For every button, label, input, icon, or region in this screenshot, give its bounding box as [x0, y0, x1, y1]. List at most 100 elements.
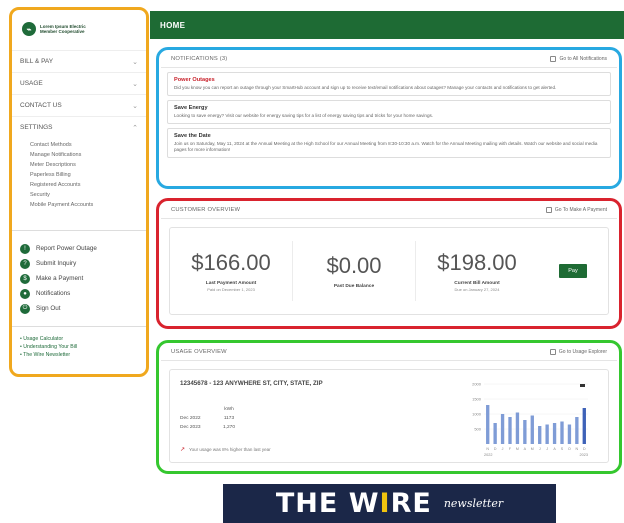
panel-header: NOTIFICATIONS (3) Go to All Notification…: [161, 50, 617, 68]
amount-value: $198.00: [437, 250, 517, 275]
y-tick-label: 1500: [472, 397, 482, 402]
table-row: Dec 2023 1,270: [180, 423, 244, 432]
quick-label: Report Power Outage: [36, 245, 97, 252]
nav-label: SETTINGS: [20, 124, 53, 131]
nav-label: USAGE: [20, 80, 43, 87]
x-tick-label: O: [568, 447, 571, 451]
nav-contact-us[interactable]: CONTACT US ⌄: [12, 94, 146, 116]
period-cell: Dec 2023: [180, 425, 201, 430]
notification-body: Looking to save energy? Visit our websit…: [174, 113, 434, 118]
notification-item[interactable]: Power Outages Did you know you can repor…: [167, 72, 611, 96]
banner-subtitle: newsletter: [443, 497, 504, 510]
last-payment: $166.00 Last Payment Amount Paid on Dece…: [170, 241, 293, 301]
chevron-down-icon: ⌄: [132, 58, 138, 66]
quick-notifications[interactable]: ● Notifications: [20, 286, 138, 301]
settings-item-registered-accounts[interactable]: Registered Accounts: [30, 180, 146, 190]
x-year-right: 2023: [580, 453, 588, 457]
pay-button[interactable]: Pay: [559, 264, 587, 278]
page-title: HOME: [160, 21, 186, 30]
value-cell: 1173: [223, 416, 235, 421]
quick-label: Sign Out: [36, 305, 61, 312]
link-wire-newsletter[interactable]: • The Wire Newsletter: [20, 351, 138, 359]
quick-sign-out[interactable]: ⏻ Sign Out: [20, 301, 138, 316]
go-to-notifications-link[interactable]: Go to All Notifications: [550, 55, 607, 62]
x-tick-label: N: [486, 447, 489, 451]
x-tick-label: S: [561, 447, 564, 451]
link-usage-calculator[interactable]: • Usage Calculator: [20, 335, 138, 343]
settings-item-manage-notifications[interactable]: Manage Notifications: [30, 150, 146, 160]
past-due: $0.00 Past Due Balance: [293, 241, 416, 301]
current-bill: $198.00 Current Bill Amount Due on Janua…: [416, 241, 538, 301]
settings-item-meter-descriptions[interactable]: Meter Descriptions: [30, 160, 146, 170]
usage-overview-title: USAGE OVERVIEW: [171, 348, 227, 355]
x-tick-label: J: [546, 447, 548, 451]
nav-usage[interactable]: USAGE ⌄: [12, 72, 146, 94]
amount-value: $0.00: [326, 252, 382, 278]
customer-overview-title: CUSTOMER OVERVIEW: [171, 206, 241, 213]
panel-header: CUSTOMER OVERVIEW Go To Make A Payment: [161, 201, 617, 219]
chevron-down-icon: ⌄: [132, 102, 138, 110]
quick-label: Submit Inquiry: [36, 260, 77, 267]
x-tick-label: D: [583, 447, 586, 451]
inquiry-icon: ?: [20, 258, 30, 269]
signout-icon: ⏻: [20, 303, 30, 314]
usage-bar: [545, 424, 549, 444]
logo-icon: ⌁: [22, 22, 36, 36]
usage-bar: [567, 424, 572, 444]
settings-item-contact-methods[interactable]: Contact Methods: [30, 140, 146, 150]
amount-label: Past Due Balance: [333, 283, 375, 289]
amounts-row: $166.00 Last Payment Amount Paid on Dece…: [169, 227, 609, 315]
amount-sub: Due on January 27, 2024: [454, 287, 500, 292]
chevron-down-icon: ⌄: [132, 80, 138, 88]
quick-submit-inquiry[interactable]: ? Submit Inquiry: [20, 256, 138, 271]
y-tick-label: 500: [474, 427, 481, 432]
quick-report-outage[interactable]: ! Report Power Outage: [20, 241, 138, 256]
settings-item-mobile-payment[interactable]: Mobile Payment Accounts: [30, 200, 146, 210]
legend-marker: [580, 384, 585, 387]
usage-bar: [530, 415, 534, 444]
account-line: 12345678 - 123 ANYWHERE ST, CITY, STATE,…: [180, 380, 323, 387]
settings-submenu: Contact Methods Manage Notifications Met…: [12, 138, 146, 216]
link-understanding-bill[interactable]: • Understanding Your Bill: [20, 343, 138, 351]
y-tick-label: 2000: [472, 382, 482, 387]
quick-label: Make a Payment: [36, 275, 84, 282]
logo-line-2: Member Cooperative: [40, 29, 85, 34]
amount-label: Current Bill Amount: [454, 281, 500, 286]
y-tick-label: 1000: [472, 412, 482, 417]
usage-chart[interactable]: 2000 1500 1000 500 N D J F M A M J J A S O N D 2022 2023: [464, 376, 594, 458]
usage-card: 12345678 - 123 ANYWHERE ST, CITY, STATE,…: [169, 369, 609, 463]
usage-bar: [515, 412, 520, 444]
the-wire-banner[interactable]: THE WIRE newsletter: [223, 484, 556, 523]
usage-bar: [538, 426, 542, 444]
settings-item-paperless-billing[interactable]: Paperless Billing: [30, 170, 146, 180]
table-row: Dec 2022 1173: [180, 414, 244, 423]
panel-header: USAGE OVERVIEW Go to Usage Explorer: [161, 343, 617, 361]
usage-bar: [582, 408, 586, 444]
nav-bill-pay[interactable]: BILL & PAY ⌄: [12, 50, 146, 72]
notification-title: Save the Date: [174, 133, 211, 139]
chart-icon: [549, 348, 556, 355]
settings-item-security[interactable]: Security: [30, 190, 146, 200]
payment-icon: $: [20, 273, 30, 284]
notification-item[interactable]: Save Energy Looking to save energy? Visi…: [167, 100, 611, 124]
quick-make-payment[interactable]: $ Make a Payment: [20, 271, 138, 286]
usage-bar: [560, 421, 564, 444]
top-bar: HOME: [150, 11, 624, 39]
logo[interactable]: ⌁ Lorem Ipsum Electric Member Cooperativ…: [22, 16, 136, 42]
usage-bar: [523, 420, 527, 444]
go-to-usage-explorer-link[interactable]: Go to Usage Explorer: [549, 348, 607, 355]
period-cell: Dec 2022: [180, 416, 201, 421]
go-to-payment-link[interactable]: Go To Make A Payment: [545, 206, 607, 213]
usage-overview-panel: USAGE OVERVIEW Go to Usage Explorer 1234…: [156, 340, 622, 474]
bell-icon: ●: [20, 288, 30, 299]
nav-settings[interactable]: SETTINGS ⌃: [12, 116, 146, 138]
x-tick-label: A: [553, 447, 556, 451]
notification-item[interactable]: Save the Date Join us on Saturday, May 1…: [167, 128, 611, 158]
amount-sub: Paid on December 1, 2023: [207, 287, 255, 292]
x-tick-label: A: [524, 447, 527, 451]
quick-actions: ! Report Power Outage ? Submit Inquiry $…: [12, 230, 146, 320]
usage-bar: [493, 423, 497, 444]
usage-bar: [486, 405, 490, 444]
x-tick-label: F: [509, 447, 512, 451]
usage-note: ↗ Your usage was 8% higher than last yea…: [180, 447, 271, 453]
